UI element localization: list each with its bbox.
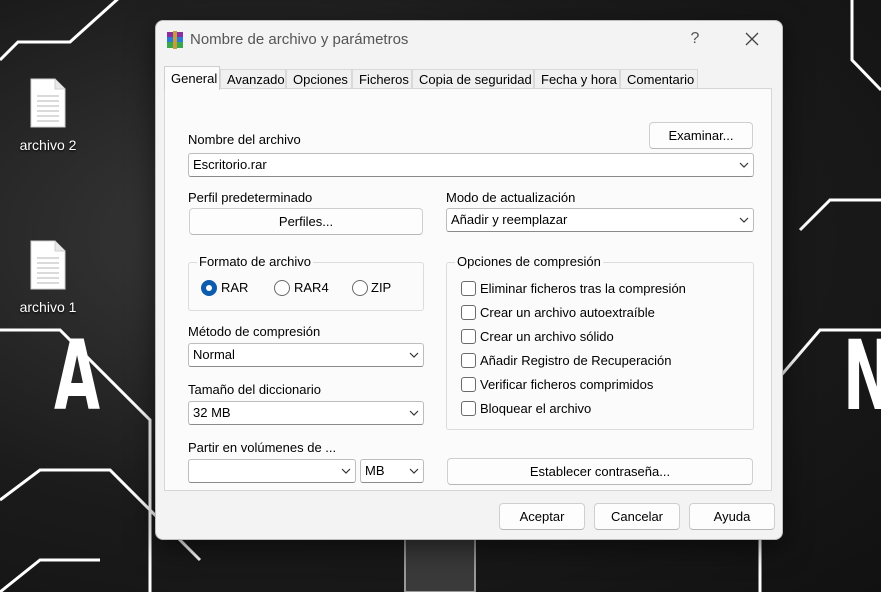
- dictionary-size-label: Tamaño del diccionario: [188, 382, 321, 397]
- dictionary-size-select[interactable]: 32 MB: [188, 401, 424, 425]
- solid-archive-checkbox[interactable]: [461, 329, 476, 344]
- archive-name-label: Nombre del archivo: [188, 132, 301, 147]
- tab-copia-de-seguridad[interactable]: Copia de seguridad: [412, 69, 534, 89]
- format-zip-label[interactable]: ZIP: [371, 280, 391, 295]
- lock-archive-label[interactable]: Bloquear el archivo: [480, 401, 591, 416]
- chevron-down-icon: [409, 468, 419, 474]
- document-file-icon: [30, 240, 66, 290]
- tab-comentario[interactable]: Comentario: [620, 69, 698, 89]
- chevron-down-icon: [739, 217, 749, 223]
- profile-label: Perfil predeterminado: [188, 190, 313, 205]
- sfx-archive-label[interactable]: Crear un archivo autoextraíble: [480, 305, 655, 320]
- archive-format-group: Formato de archivo RAR RAR4 ZIP: [188, 254, 424, 311]
- format-rar-radio[interactable]: [201, 280, 217, 296]
- tab-ficheros[interactable]: Ficheros: [352, 69, 412, 89]
- verify-files-label[interactable]: Verificar ficheros comprimidos: [480, 377, 653, 392]
- desktop-icon-archivo-2[interactable]: archivo 2: [13, 78, 83, 153]
- cancel-button[interactable]: Cancelar: [594, 503, 680, 530]
- wallpaper-letter-right: N: [843, 328, 881, 424]
- recovery-record-label[interactable]: Añadir Registro de Recuperación: [480, 353, 672, 368]
- close-icon[interactable]: [740, 27, 764, 51]
- ok-button[interactable]: Aceptar: [499, 503, 585, 530]
- archive-parameters-dialog: Nombre de archivo y parámetros ? General…: [155, 20, 783, 540]
- delete-files-checkbox[interactable]: [461, 281, 476, 296]
- profiles-button[interactable]: Perfiles...: [189, 208, 423, 235]
- split-volumes-label: Partir en volúmenes de ...: [188, 440, 337, 455]
- tab-general[interactable]: General: [164, 66, 220, 90]
- update-mode-select[interactable]: Añadir y reemplazar: [446, 208, 754, 232]
- update-mode-value: Añadir y reemplazar: [451, 212, 568, 227]
- sfx-archive-checkbox[interactable]: [461, 305, 476, 320]
- split-unit-select[interactable]: MB: [360, 459, 424, 483]
- desktop-icon-label: archivo 1: [19, 299, 77, 315]
- browse-button[interactable]: Examinar...: [649, 122, 753, 149]
- compression-options-group-title: Opciones de compresión: [455, 254, 603, 269]
- compression-method-select[interactable]: Normal: [188, 343, 424, 367]
- delete-files-label[interactable]: Eliminar ficheros tras la compresión: [480, 281, 686, 296]
- archive-format-group-title: Formato de archivo: [197, 254, 313, 269]
- general-tab-panel: Nombre del archivo Examinar... Escritori…: [164, 88, 772, 491]
- desktop-icon-label: archivo 2: [19, 137, 77, 153]
- chevron-down-icon: [409, 410, 419, 416]
- help-icon[interactable]: ?: [683, 27, 707, 51]
- set-password-button[interactable]: Establecer contraseña...: [447, 458, 753, 485]
- tab-fecha-y-hora[interactable]: Fecha y hora: [534, 69, 620, 89]
- format-rar4-radio[interactable]: [274, 280, 290, 296]
- help-button[interactable]: Ayuda: [689, 503, 775, 530]
- tab-avanzado[interactable]: Avanzado: [220, 69, 286, 89]
- archive-name-value: Escritorio.rar: [193, 157, 267, 172]
- compression-options-group: Opciones de compresión Eliminar ficheros…: [446, 254, 754, 430]
- wallpaper-letter-left: A: [54, 320, 101, 432]
- winrar-app-icon: [167, 31, 183, 49]
- recovery-record-checkbox[interactable]: [461, 353, 476, 368]
- archive-name-combobox[interactable]: Escritorio.rar: [188, 153, 754, 177]
- dictionary-size-value: 32 MB: [193, 405, 231, 420]
- dialog-titlebar[interactable]: Nombre de archivo y parámetros ?: [156, 21, 782, 59]
- format-rar4-label[interactable]: RAR4: [294, 280, 329, 295]
- desktop-icon-archivo-1[interactable]: archivo 1: [13, 240, 83, 315]
- solid-archive-label[interactable]: Crear un archivo sólido: [480, 329, 614, 344]
- compression-method-value: Normal: [193, 347, 235, 362]
- split-volumes-combobox[interactable]: [188, 459, 356, 483]
- verify-files-checkbox[interactable]: [461, 377, 476, 392]
- document-file-icon: [30, 78, 66, 128]
- format-zip-radio[interactable]: [352, 280, 368, 296]
- split-unit-value: MB: [365, 463, 385, 478]
- compression-method-label: Método de compresión: [188, 324, 321, 339]
- dialog-title: Nombre de archivo y parámetros: [190, 31, 409, 48]
- chevron-down-icon: [341, 468, 351, 474]
- chevron-down-icon: [409, 352, 419, 358]
- tab-opciones[interactable]: Opciones: [286, 69, 352, 89]
- update-mode-label: Modo de actualización: [446, 190, 576, 205]
- format-rar-label[interactable]: RAR: [221, 280, 248, 295]
- lock-archive-checkbox[interactable]: [461, 401, 476, 416]
- chevron-down-icon: [739, 162, 749, 168]
